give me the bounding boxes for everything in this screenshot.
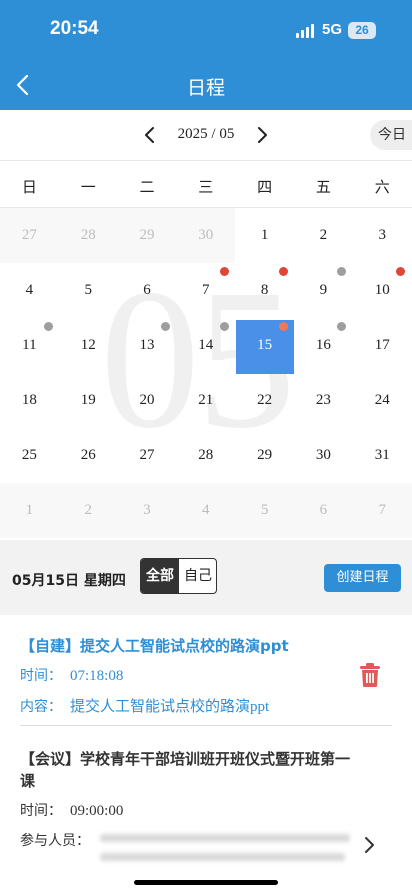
event-time-value: 09:00:00 xyxy=(70,803,124,819)
calendar-day[interactable]: 6 xyxy=(118,263,177,318)
calendar-day[interactable]: 18 xyxy=(0,373,59,428)
calendar-day[interactable]: 1 xyxy=(0,483,59,538)
event-content-label: 内容： xyxy=(20,699,62,715)
calendar-day[interactable]: 27 xyxy=(118,428,177,483)
calendar-day[interactable]: 3 xyxy=(353,208,412,263)
trash-icon[interactable] xyxy=(358,662,382,688)
network-type: 5G xyxy=(322,21,343,38)
weekday-header: 日 一 二 三 四 五 六 xyxy=(0,160,412,208)
event-time-value: 07:18:08 xyxy=(70,668,124,684)
weekday-label: 日 xyxy=(21,178,37,196)
calendar-day[interactable]: 17 xyxy=(353,318,412,373)
divider xyxy=(20,725,392,726)
month-navigator: 2025 / 05 今日 xyxy=(0,110,412,160)
filter-all-button[interactable]: 全部 xyxy=(141,559,179,593)
event-time-row: 时间： 09:00:00 xyxy=(20,800,123,820)
calendar-day[interactable]: 4 xyxy=(176,483,236,538)
event-dot xyxy=(220,267,229,276)
calendar-day[interactable]: 20 xyxy=(118,373,177,428)
calendar-day[interactable]: 2 xyxy=(294,208,353,263)
calendar-day[interactable]: 29 xyxy=(235,428,294,483)
filter-self-button[interactable]: 自己 xyxy=(179,559,216,593)
calendar-day[interactable]: 30 xyxy=(294,428,353,483)
create-schedule-button[interactable]: 创建日程 xyxy=(324,564,401,592)
next-month-icon[interactable] xyxy=(250,123,274,147)
calendar-day[interactable]: 27 xyxy=(0,208,59,263)
filter-toggle: 全部 自己 xyxy=(140,558,217,594)
event-dot xyxy=(279,322,288,331)
calendar-day[interactable]: 2 xyxy=(58,483,118,538)
nav-bar: 日程 xyxy=(0,60,412,110)
event-time-row: 时间： 07:18:08 xyxy=(20,665,123,685)
event-dot xyxy=(337,267,346,276)
day-header: 05月15日 星期四 全部 自己 创建日程 xyxy=(0,540,412,615)
event-dot xyxy=(279,267,288,276)
weekday-label: 二 xyxy=(139,178,155,196)
event-dot xyxy=(220,322,229,331)
weekday-label: 三 xyxy=(198,178,214,196)
prev-month-icon[interactable] xyxy=(138,123,162,147)
calendar-day[interactable]: 6 xyxy=(294,483,353,538)
calendar-day[interactable]: 4 xyxy=(0,263,59,318)
home-indicator xyxy=(134,880,278,885)
weekday-label: 一 xyxy=(80,178,96,196)
calendar-day[interactable]: 22 xyxy=(235,373,294,428)
participants-redacted xyxy=(100,853,345,861)
event-dot xyxy=(161,322,170,331)
event-content-value: 提交人工智能试点校的路演ppt xyxy=(70,699,270,715)
chevron-right-icon[interactable] xyxy=(362,835,378,855)
event-title: 【自建】提交人工智能试点校的路演ppt xyxy=(20,637,289,655)
calendar-day[interactable]: 12 xyxy=(59,318,118,373)
event-dot xyxy=(337,322,346,331)
selected-date-label: 05月15日 星期四 xyxy=(12,573,126,589)
event-list: 【自建】提交人工智能试点校的路演ppt 时间： 07:18:08 内容： 提交人工智… xyxy=(0,615,412,896)
calendar-day[interactable]: 28 xyxy=(176,428,235,483)
event-content-row: 内容： 提交人工智能试点校的路演ppt xyxy=(20,695,269,716)
event-time-label: 时间： xyxy=(20,668,62,684)
calendar-day[interactable]: 19 xyxy=(59,373,118,428)
calendar-day[interactable]: 5 xyxy=(235,483,294,538)
event-time-label: 时间： xyxy=(20,803,62,819)
signal-icon xyxy=(296,24,316,38)
calendar-day[interactable]: 30 xyxy=(176,208,236,263)
calendar-day[interactable]: 26 xyxy=(59,428,118,483)
calendar-day[interactable]: 28 xyxy=(58,208,118,263)
weekday-label: 六 xyxy=(374,178,390,196)
event-dot xyxy=(396,267,405,276)
calendar-day[interactable]: 5 xyxy=(59,263,118,318)
calendar-day[interactable]: 29 xyxy=(117,208,177,263)
month-label: 2025 / 05 xyxy=(177,126,235,142)
event-dot xyxy=(44,322,53,331)
participants-redacted xyxy=(100,834,350,842)
weekday-label: 四 xyxy=(257,178,273,196)
calendar-day[interactable]: 25 xyxy=(0,428,59,483)
weekday-label: 五 xyxy=(315,178,331,196)
page-title: 日程 xyxy=(186,77,225,99)
event-participants-label: 参与人员： xyxy=(20,833,90,849)
calendar: 2025 / 05 今日 日 一 二 三 四 五 六 05 27 28 29 3… xyxy=(0,110,412,540)
calendar-day[interactable]: 3 xyxy=(117,483,177,538)
status-time: 20:54 xyxy=(50,18,99,39)
event-participants-row: 参与人员： xyxy=(20,830,90,850)
calendar-day[interactable]: 1 xyxy=(235,208,294,263)
calendar-day[interactable]: 24 xyxy=(353,373,412,428)
battery-icon: 26 xyxy=(348,22,376,39)
calendar-day[interactable]: 7 xyxy=(352,483,412,538)
calendar-day[interactable]: 23 xyxy=(294,373,353,428)
status-bar: 20:54 5G 26 xyxy=(0,0,412,60)
calendar-day[interactable]: 21 xyxy=(176,373,235,428)
calendar-day[interactable]: 31 xyxy=(353,428,412,483)
today-button[interactable]: 今日 xyxy=(370,120,412,150)
event-title: 【会议】学校青年干部培训班开班仪式暨开班第一课 xyxy=(20,750,351,790)
